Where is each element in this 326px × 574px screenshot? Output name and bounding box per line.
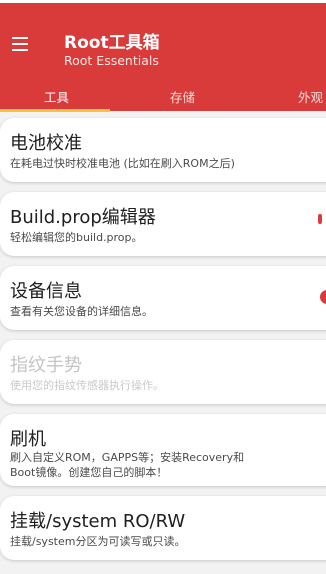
card-description: 使用您的指纹传感器执行操作。 xyxy=(10,379,164,392)
card-description: 查看有关您设备的详细信息。 xyxy=(10,305,153,318)
app-subtitle: Root Essentials xyxy=(64,53,159,68)
tab-appearance[interactable]: 外观 xyxy=(298,87,323,106)
tool-card-build-prop-editor[interactable]: Build.prop编辑器 轻松编辑您的build.prop。 xyxy=(0,192,326,256)
card-title: 刷机 xyxy=(10,429,46,450)
info-icon xyxy=(320,290,326,304)
tool-card-device-info[interactable]: 设备信息 查看有关您设备的详细信息。 xyxy=(0,266,326,330)
tool-card-battery-calibration[interactable]: 电池校准 在耗电过快时校准电池 (比如在刷入ROM之后) xyxy=(0,118,326,182)
tab-storage[interactable]: 存储 xyxy=(170,87,195,106)
card-description: 轻松编辑您的build.prop。 xyxy=(10,231,143,244)
tool-card-fingerprint-gestures[interactable]: 指纹手势 使用您的指纹传感器执行操作。 xyxy=(0,340,326,404)
tools-list: 电池校准 在耗电过快时校准电池 (比如在刷入ROM之后) Build.prop编… xyxy=(0,111,326,574)
hamburger-menu-icon[interactable] xyxy=(9,34,33,54)
check-mark-icon xyxy=(318,214,322,224)
tab-tools[interactable]: 工具 xyxy=(44,87,69,106)
card-title: 设备信息 xyxy=(10,281,82,302)
card-title: 指纹手势 xyxy=(10,355,82,376)
tool-card-flash[interactable]: 刷机 刷入自定义ROM，GAPPS等；安装Recovery和 Boot镜像。创建… xyxy=(0,414,326,486)
card-title: 挂载/system RO/RW xyxy=(10,511,186,532)
card-description: 在耗电过快时校准电池 (比如在刷入ROM之后) xyxy=(10,157,235,170)
app-title: Root工具箱 xyxy=(64,33,160,53)
card-description: 刷入自定义ROM，GAPPS等；安装Recovery和 Boot镜像。创建您自己… xyxy=(10,450,244,480)
card-title: Build.prop编辑器 xyxy=(10,207,156,228)
card-description-line-2: Boot镜像。创建您自己的脚本！ xyxy=(10,466,168,479)
tool-card-mount-system[interactable]: 挂载/system RO/RW 挂载/system分区为可读写或只读。 xyxy=(0,496,326,560)
app-bar: Root工具箱 Root Essentials 工具 存储 外观 xyxy=(0,3,326,112)
card-description-line-1: 刷入自定义ROM，GAPPS等；安装Recovery和 xyxy=(10,451,245,464)
card-description: 挂载/system分区为可读写或只读。 xyxy=(10,535,186,548)
tab-bar: 工具 存储 外观 xyxy=(0,81,326,112)
card-title: 电池校准 xyxy=(10,133,82,154)
